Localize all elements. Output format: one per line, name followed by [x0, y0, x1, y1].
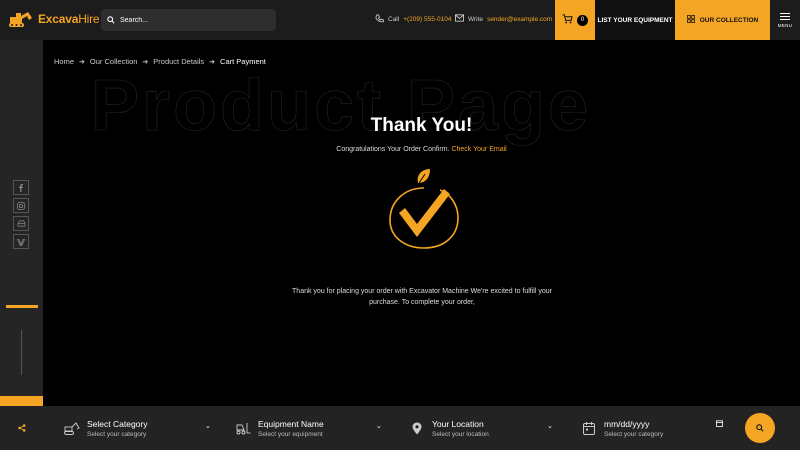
- left-social-rail: [0, 40, 43, 446]
- confirmation-text: Congratulations Your Order Confirm.: [336, 146, 450, 153]
- mail-icon: [455, 14, 464, 24]
- excavator-icon: [63, 419, 81, 437]
- email-link[interactable]: sender@example.com: [487, 16, 552, 23]
- breadcrumb-home[interactable]: Home: [54, 57, 74, 66]
- search-icon: [107, 11, 115, 29]
- date-hint: Select your category: [604, 430, 664, 438]
- facebook-icon[interactable]: [13, 180, 29, 195]
- phone-icon: [375, 14, 384, 25]
- write-contact[interactable]: Write sender@example.com: [455, 14, 552, 24]
- instagram-icon[interactable]: [13, 198, 29, 213]
- calendar-icon: [580, 419, 598, 437]
- menu-icon: [780, 12, 790, 22]
- arrow-right-icon: ➔: [209, 58, 216, 66]
- share-button[interactable]: [0, 406, 43, 450]
- confirmation-message: Thank you for placing your order with Ex…: [292, 288, 552, 306]
- location-label: Your Location: [432, 418, 484, 429]
- equipment-label: Equipment Name: [258, 418, 324, 429]
- confirmation-subtitle: Congratulations Your Order Confirm. Chec…: [43, 146, 800, 153]
- location-hint: Select your location: [432, 430, 489, 438]
- chevron-down-icon: ⌄: [205, 423, 211, 430]
- our-collection-label: OUR COLLECTION: [699, 16, 759, 24]
- order-confirmation-section: Product Page Home ➔ Our Collection ➔ Pro…: [43, 40, 800, 406]
- date-field[interactable]: mm/dd/yyyy Select your category: [580, 412, 730, 444]
- check-leaf-icon: [386, 168, 462, 250]
- write-label: Write: [468, 15, 484, 23]
- brand-logo[interactable]: ExcavaHire: [8, 10, 100, 28]
- search-input[interactable]: [120, 16, 260, 24]
- location-pin-icon: [408, 419, 426, 437]
- arrow-right-icon: ➔: [142, 58, 149, 66]
- check-email-link[interactable]: Check Your Email: [451, 146, 506, 153]
- rail-divider: [21, 330, 22, 375]
- equipment-name-field[interactable]: Equipment Name Select your equipment ⌄: [234, 412, 389, 444]
- breadcrumb-our-collection[interactable]: Our Collection: [90, 57, 138, 66]
- brand-name: ExcavaHire: [38, 12, 100, 26]
- call-number[interactable]: +(209) 555-0104: [403, 16, 451, 23]
- excavator-logo-icon: [8, 10, 34, 28]
- bottom-search-bar: Select Category Select your category ⌄ E…: [0, 406, 800, 450]
- header-search[interactable]: [101, 9, 276, 31]
- breadcrumb-current: Cart Payment: [220, 57, 266, 66]
- date-input[interactable]: mm/dd/yyyy: [604, 419, 663, 429]
- grid-icon: [686, 15, 695, 25]
- list-equipment-button[interactable]: LIST YOUR EQUIPMENT: [595, 0, 675, 40]
- search-submit-button[interactable]: [745, 410, 775, 446]
- menu-button[interactable]: MENU: [770, 0, 800, 40]
- category-label: Select Category: [87, 418, 148, 429]
- cart-count-badge: 0: [577, 14, 588, 26]
- cart-button[interactable]: 0: [555, 0, 595, 40]
- cart-icon: [562, 11, 573, 29]
- call-contact[interactable]: Call +(209) 555-0104: [375, 14, 451, 25]
- calendar-picker-icon[interactable]: [716, 420, 723, 429]
- our-collection-button[interactable]: OUR COLLECTION: [675, 0, 770, 40]
- top-header: ExcavaHire Call +(209) 555-0104 Write se…: [0, 0, 800, 40]
- arrow-right-icon: ➔: [79, 58, 85, 66]
- search-icon: [756, 419, 764, 437]
- menu-label: MENU: [777, 23, 793, 29]
- category-hint: Select your category: [87, 430, 147, 438]
- breadcrumb: Home ➔ Our Collection ➔ Product Details …: [54, 57, 266, 66]
- vimeo-icon[interactable]: [13, 234, 29, 249]
- page-title: Thank You!: [370, 115, 473, 136]
- location-field[interactable]: Your Location Select your location ⌄: [408, 412, 558, 444]
- select-category-field[interactable]: Select Category Select your category ⌄: [63, 412, 218, 444]
- share-icon: [17, 419, 26, 437]
- equipment-hint: Select your equipment: [258, 430, 323, 438]
- rail-accent-bar: [6, 305, 38, 308]
- chevron-down-icon: ⌄: [376, 423, 382, 430]
- car-icon[interactable]: [13, 216, 29, 231]
- breadcrumb-product-details[interactable]: Product Details: [153, 57, 204, 66]
- forklift-icon: [234, 419, 252, 437]
- call-label: Call: [388, 16, 400, 23]
- chevron-down-icon: ⌄: [547, 423, 553, 430]
